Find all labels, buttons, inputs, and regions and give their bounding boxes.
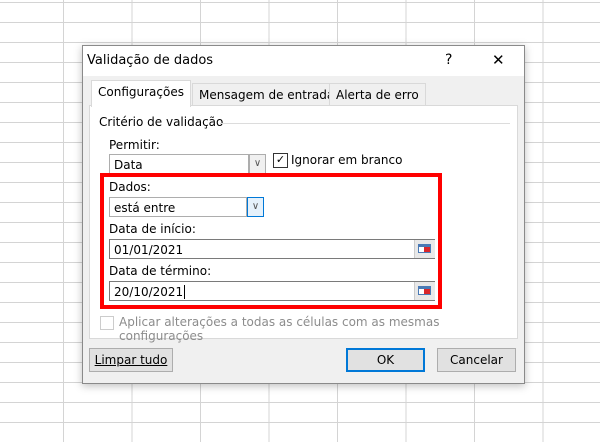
- section-title: Critério de validação: [99, 115, 224, 129]
- ok-button[interactable]: OK: [346, 348, 425, 372]
- ignorar-label: Ignorar em branco: [291, 153, 403, 167]
- button-label: OK: [376, 353, 395, 367]
- text-cursor: [184, 285, 186, 299]
- tab-alerta-de-erro[interactable]: Alerta de erro: [329, 83, 426, 106]
- data-validation-dialog: Validação de dados ? ✕ Configurações Men…: [82, 45, 525, 384]
- tab-label: Mensagem de entrada: [199, 88, 335, 102]
- data-termino-input[interactable]: 20/10/2021: [109, 281, 435, 301]
- button-label: Cancelar: [450, 353, 503, 367]
- input-value: 20/10/2021: [114, 285, 184, 299]
- ignorar-checkbox[interactable]: ✓: [273, 153, 288, 168]
- permitir-label: Permitir:: [109, 138, 160, 152]
- range-select-icon[interactable]: [414, 240, 435, 258]
- select-value: está entre: [114, 201, 176, 215]
- chevron-down-icon[interactable]: ∨: [247, 197, 264, 217]
- chevron-down-icon[interactable]: ∨: [249, 154, 266, 174]
- data-termino-label: Data de término:: [109, 264, 212, 278]
- dialog-title: Validação de dados: [87, 53, 214, 68]
- cancel-button[interactable]: Cancelar: [437, 348, 516, 372]
- close-button[interactable]: ✕: [492, 51, 505, 69]
- tab-label: Alerta de erro: [336, 88, 419, 102]
- divider: [220, 123, 510, 124]
- dados-select[interactable]: está entre: [109, 197, 247, 217]
- data-inicio-label: Data de início:: [109, 222, 196, 236]
- input-value: 01/01/2021: [114, 243, 184, 257]
- select-value: Data: [114, 158, 143, 172]
- tab-mensagem-de-entrada[interactable]: Mensagem de entrada: [192, 83, 342, 106]
- tab-configuracoes[interactable]: Configurações: [91, 80, 191, 107]
- clear-all-button[interactable]: Limpar tudo: [89, 348, 173, 372]
- aplicar-checkbox[interactable]: [100, 316, 114, 330]
- data-inicio-input[interactable]: 01/01/2021: [109, 239, 435, 259]
- help-button[interactable]: ?: [445, 52, 452, 68]
- tab-label: Configurações: [98, 85, 184, 99]
- permitir-select[interactable]: Data: [109, 154, 249, 174]
- title-bar: Validação de dados ? ✕: [83, 46, 524, 76]
- range-select-icon[interactable]: [414, 282, 435, 300]
- aplicar-label: Aplicar alterações a todas as células co…: [119, 315, 440, 343]
- dados-label: Dados:: [109, 180, 151, 194]
- button-label: Limpar tudo: [94, 353, 168, 367]
- settings-panel: Critério de validação Permitir: Data ∨ ✓…: [89, 105, 518, 343]
